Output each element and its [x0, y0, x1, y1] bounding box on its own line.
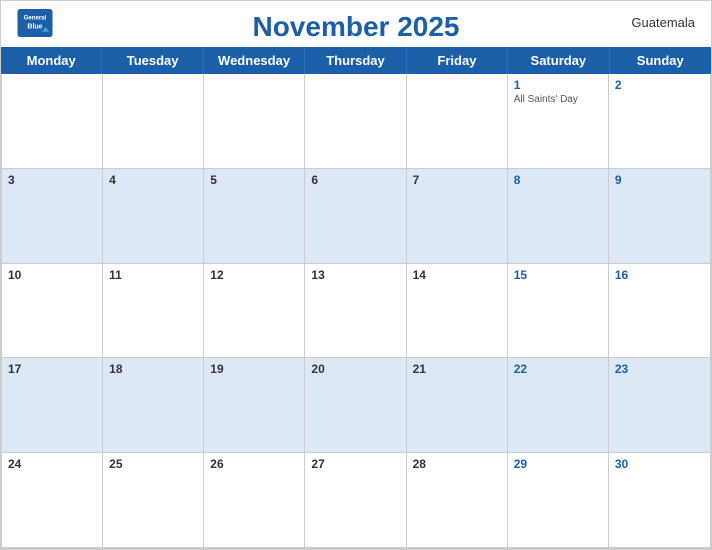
day-number-21: 21 — [413, 362, 501, 376]
day-cell-7: 7 — [407, 169, 508, 264]
calendar-grid: 1 All Saints' Day 2 3 4 5 6 7 8 9 10 11 … — [1, 74, 711, 549]
day-cell-22: 22 — [508, 358, 609, 453]
day-header-wednesday: Wednesday — [204, 47, 305, 74]
day-cell-empty-1 — [2, 74, 103, 169]
day-cell-28: 28 — [407, 453, 508, 548]
day-cell-5: 5 — [204, 169, 305, 264]
day-cell-15: 15 — [508, 264, 609, 359]
day-cell-1: 1 All Saints' Day — [508, 74, 609, 169]
day-cell-12: 12 — [204, 264, 305, 359]
day-number-16: 16 — [615, 268, 704, 282]
day-header-sunday: Sunday — [610, 47, 711, 74]
day-cell-27: 27 — [305, 453, 406, 548]
day-cell-18: 18 — [103, 358, 204, 453]
day-header-tuesday: Tuesday — [102, 47, 203, 74]
holiday-all-saints: All Saints' Day — [514, 94, 602, 105]
day-cell-13: 13 — [305, 264, 406, 359]
logo: General Blue — [17, 9, 53, 37]
week-row-2: 3 4 5 6 7 8 9 — [2, 169, 710, 264]
day-number-7: 7 — [413, 173, 501, 187]
day-cell-4: 4 — [103, 169, 204, 264]
day-number-22: 22 — [514, 362, 602, 376]
day-cell-empty-4 — [305, 74, 406, 169]
logo-icon: General Blue — [17, 9, 53, 37]
day-number-29: 29 — [514, 457, 602, 471]
calendar-header: General Blue November 2025 Guatemala — [1, 1, 711, 47]
day-cell-25: 25 — [103, 453, 204, 548]
day-number-24: 24 — [8, 457, 96, 471]
day-cell-empty-5 — [407, 74, 508, 169]
day-cell-17: 17 — [2, 358, 103, 453]
day-number-26: 26 — [210, 457, 298, 471]
day-number-5: 5 — [210, 173, 298, 187]
day-cell-8: 8 — [508, 169, 609, 264]
day-number-4: 4 — [109, 173, 197, 187]
day-cell-23: 23 — [609, 358, 710, 453]
day-cell-6: 6 — [305, 169, 406, 264]
day-cell-2: 2 — [609, 74, 710, 169]
day-number-18: 18 — [109, 362, 197, 376]
day-number-15: 15 — [514, 268, 602, 282]
day-number-30: 30 — [615, 457, 704, 471]
day-number-14: 14 — [413, 268, 501, 282]
day-cell-20: 20 — [305, 358, 406, 453]
day-number-25: 25 — [109, 457, 197, 471]
svg-text:General: General — [24, 15, 47, 22]
day-cell-empty-3 — [204, 74, 305, 169]
day-number-19: 19 — [210, 362, 298, 376]
country-label: Guatemala — [631, 15, 695, 30]
day-cell-3: 3 — [2, 169, 103, 264]
day-number-28: 28 — [413, 457, 501, 471]
day-cell-16: 16 — [609, 264, 710, 359]
day-number-10: 10 — [8, 268, 96, 282]
day-number-6: 6 — [311, 173, 399, 187]
day-header-thursday: Thursday — [305, 47, 406, 74]
calendar: General Blue November 2025 Guatemala Mon… — [0, 0, 712, 550]
week-row-3: 10 11 12 13 14 15 16 — [2, 264, 710, 359]
day-cell-14: 14 — [407, 264, 508, 359]
day-number-1: 1 — [514, 78, 602, 92]
day-cell-11: 11 — [103, 264, 204, 359]
day-headers: Monday Tuesday Wednesday Thursday Friday… — [1, 47, 711, 74]
day-cell-empty-2 — [103, 74, 204, 169]
month-title: November 2025 — [252, 11, 459, 43]
day-header-monday: Monday — [1, 47, 102, 74]
day-cell-26: 26 — [204, 453, 305, 548]
week-row-4: 17 18 19 20 21 22 23 — [2, 358, 710, 453]
day-number-11: 11 — [109, 268, 197, 282]
day-cell-10: 10 — [2, 264, 103, 359]
day-number-9: 9 — [615, 173, 704, 187]
day-header-saturday: Saturday — [508, 47, 609, 74]
day-number-20: 20 — [311, 362, 399, 376]
day-cell-19: 19 — [204, 358, 305, 453]
day-number-3: 3 — [8, 173, 96, 187]
day-number-8: 8 — [514, 173, 602, 187]
week-row-5: 24 25 26 27 28 29 30 — [2, 453, 710, 548]
day-number-17: 17 — [8, 362, 96, 376]
day-cell-30: 30 — [609, 453, 710, 548]
day-number-27: 27 — [311, 457, 399, 471]
day-cell-21: 21 — [407, 358, 508, 453]
day-number-23: 23 — [615, 362, 704, 376]
day-cell-24: 24 — [2, 453, 103, 548]
day-number-12: 12 — [210, 268, 298, 282]
day-cell-29: 29 — [508, 453, 609, 548]
week-row-1: 1 All Saints' Day 2 — [2, 74, 710, 169]
svg-text:Blue: Blue — [27, 23, 42, 30]
day-cell-9: 9 — [609, 169, 710, 264]
day-number-13: 13 — [311, 268, 399, 282]
day-number-2: 2 — [615, 78, 704, 92]
day-header-friday: Friday — [407, 47, 508, 74]
